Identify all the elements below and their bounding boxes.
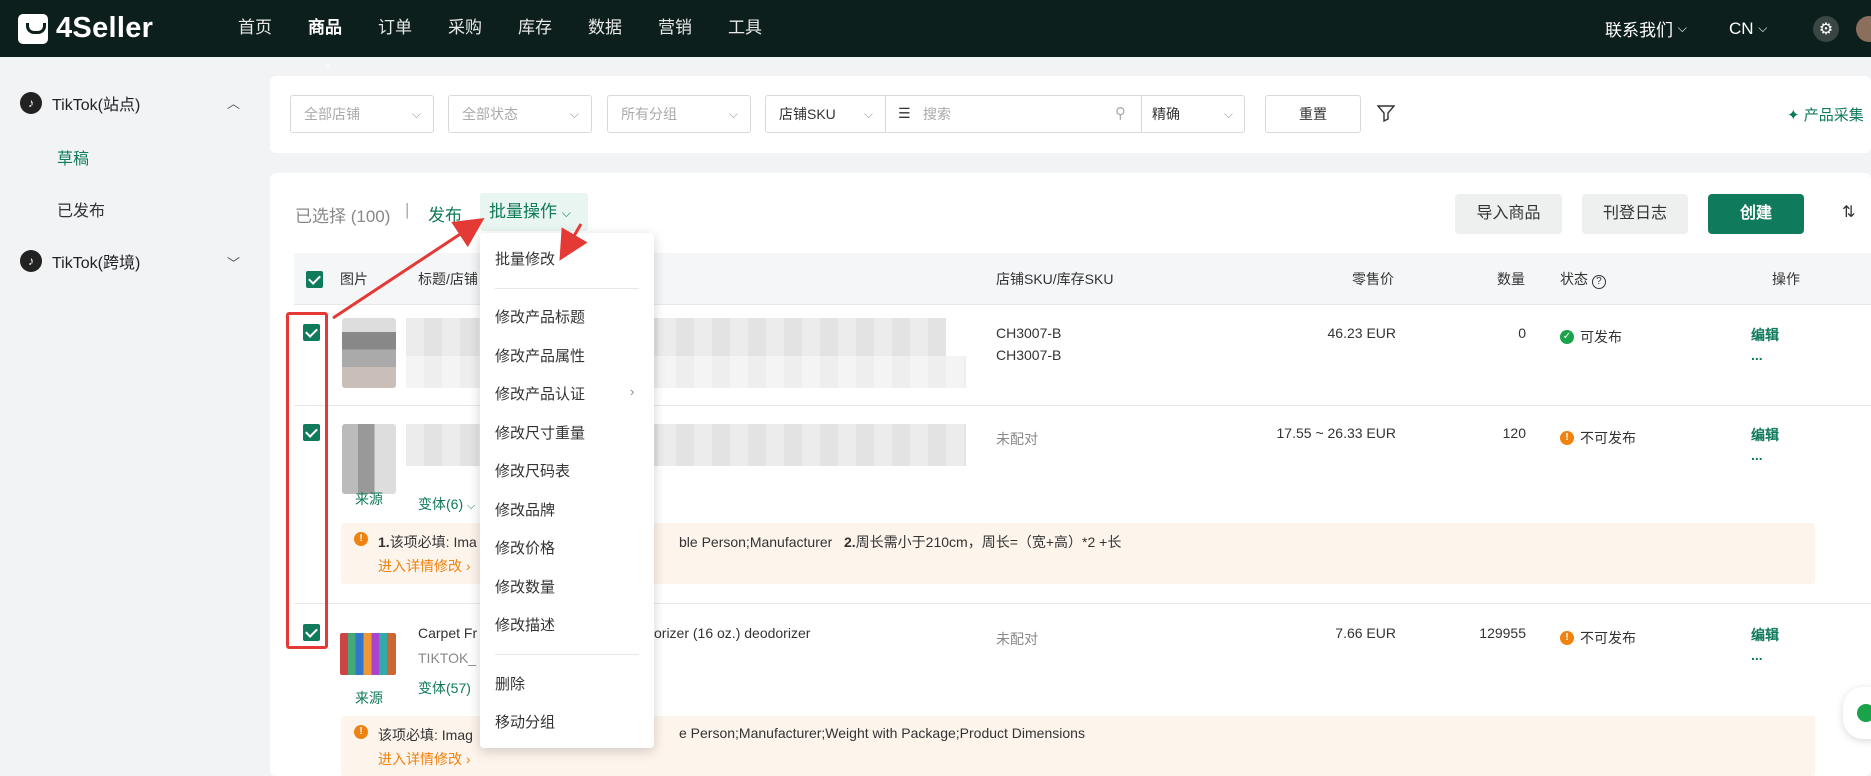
annotation-arrow-to-batch — [332, 218, 485, 320]
chat-support-widget[interactable] — [1843, 687, 1871, 739]
annotation-arrow-to-batch-edit — [559, 223, 588, 261]
annotation-arrows — [332, 218, 588, 320]
